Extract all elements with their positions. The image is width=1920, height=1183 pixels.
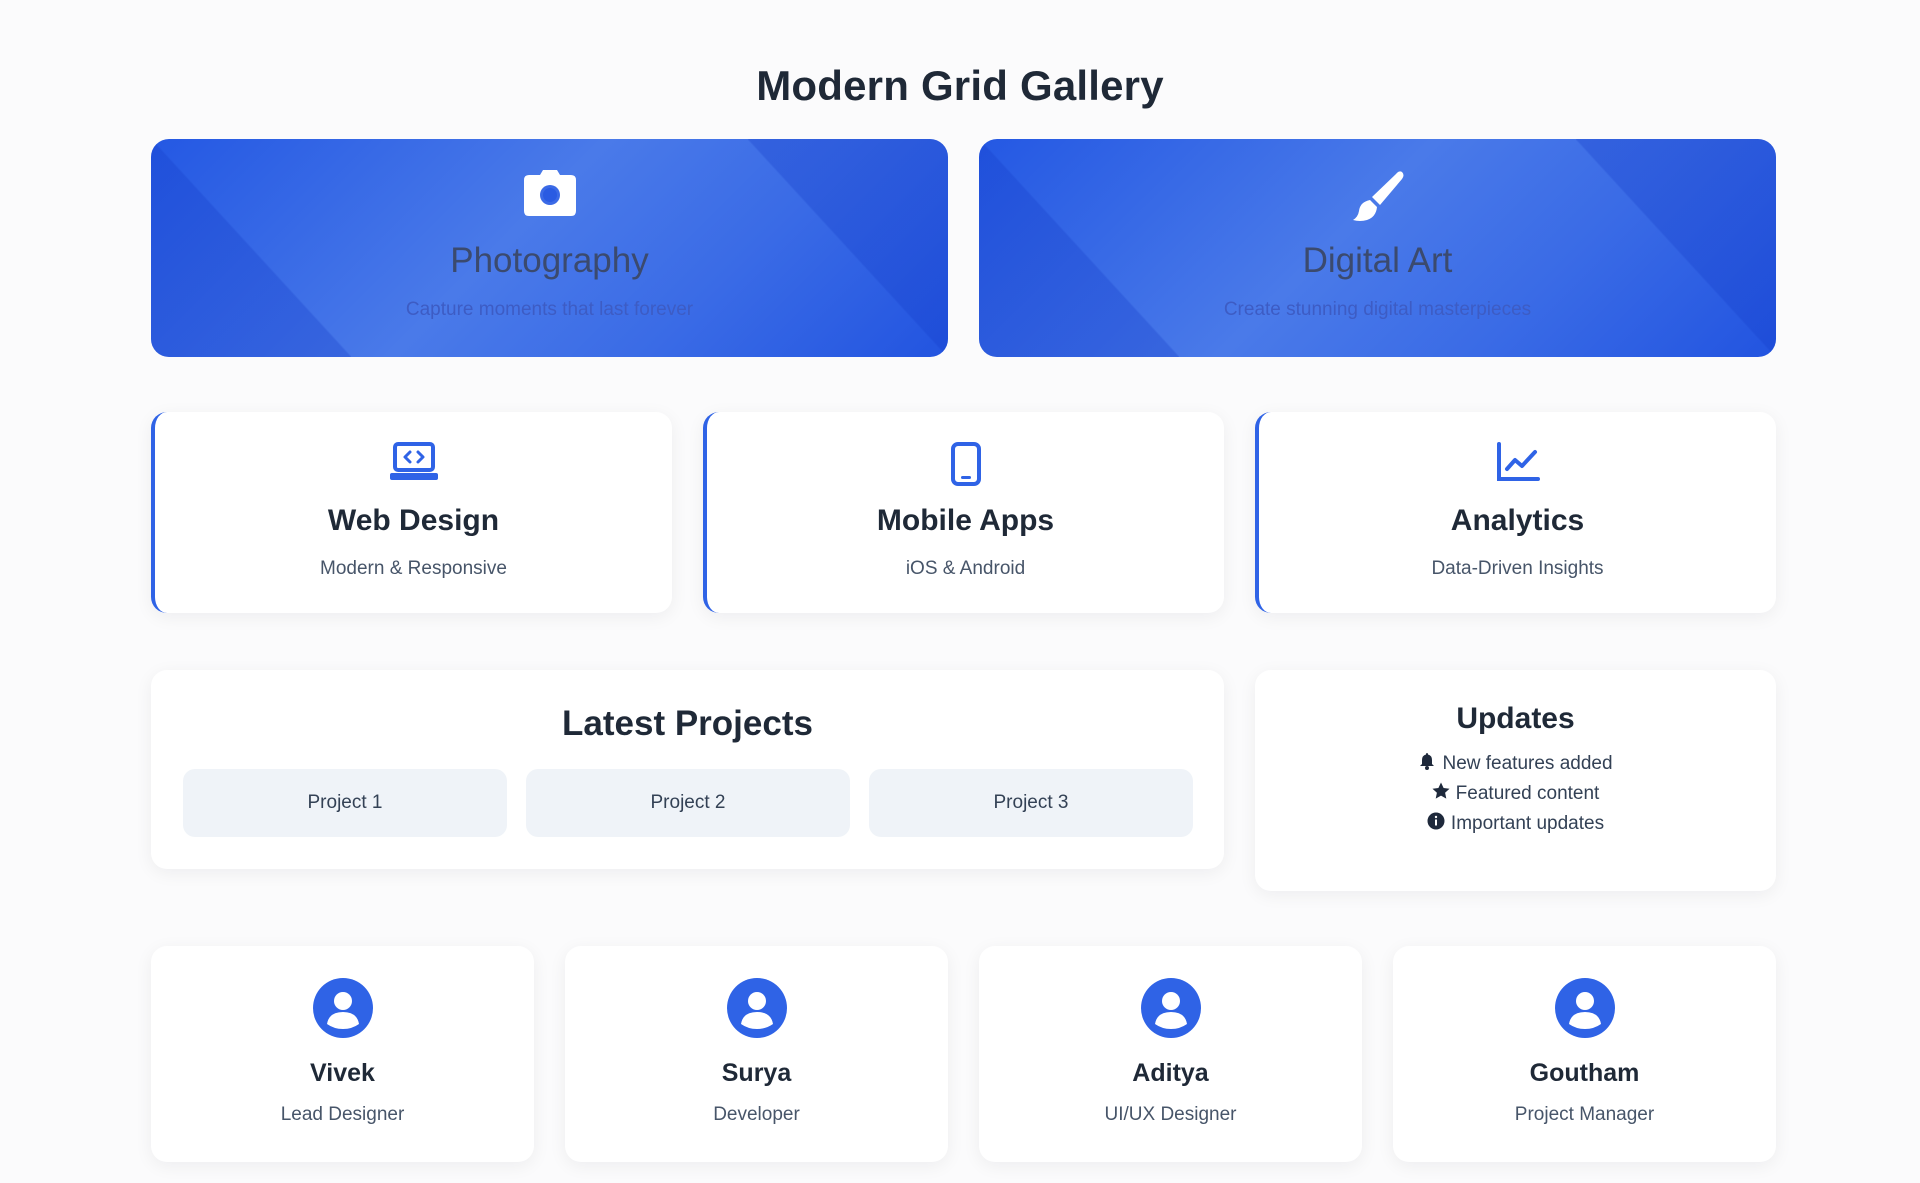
mobile-icon bbox=[707, 442, 1224, 486]
member-name: Surya bbox=[721, 1059, 792, 1087]
user-circle-icon bbox=[565, 978, 948, 1038]
paintbrush-icon bbox=[979, 169, 1776, 225]
member-role: Project Manager bbox=[1514, 1104, 1655, 1125]
team-card[interactable]: Vivek Lead Designer bbox=[151, 946, 534, 1162]
bell-icon bbox=[1418, 752, 1436, 776]
update-item: Important updates bbox=[1255, 809, 1776, 839]
camera-icon bbox=[151, 169, 948, 225]
hero-card-digital-art[interactable]: Digital Art Create stunning digital mast… bbox=[979, 139, 1776, 357]
team-card[interactable]: Surya Developer bbox=[565, 946, 948, 1162]
project-list: Project 1 Project 2 Project 3 bbox=[183, 769, 1193, 837]
projects-title: Latest Projects bbox=[562, 704, 813, 743]
service-subtitle: Data-Driven Insights bbox=[1431, 558, 1604, 579]
service-card-mobile-apps[interactable]: Mobile Apps iOS & Android bbox=[703, 412, 1224, 613]
service-title: Analytics bbox=[1450, 504, 1585, 537]
page-title: Modern Grid Gallery bbox=[756, 62, 1164, 109]
member-role: Developer bbox=[713, 1104, 800, 1125]
member-role: UI/UX Designer bbox=[1104, 1104, 1237, 1125]
service-title: Web Design bbox=[327, 504, 500, 537]
hero-subtitle: Create stunning digital masterpieces bbox=[1223, 299, 1532, 320]
member-role: Lead Designer bbox=[280, 1104, 405, 1125]
updates-panel: Updates New features added Featured cont… bbox=[1255, 670, 1776, 891]
updates-title: Updates bbox=[1456, 702, 1575, 735]
update-item: New features added bbox=[1255, 749, 1776, 779]
service-subtitle: iOS & Android bbox=[905, 558, 1026, 579]
update-text: Important updates bbox=[1450, 813, 1605, 834]
hero-subtitle: Capture moments that last forever bbox=[405, 299, 694, 320]
user-circle-icon bbox=[151, 978, 534, 1038]
service-subtitle: Modern & Responsive bbox=[320, 558, 507, 579]
team-card[interactable]: Goutham Project Manager bbox=[1393, 946, 1776, 1162]
update-item: Featured content bbox=[1255, 779, 1776, 809]
member-name: Vivek bbox=[310, 1059, 375, 1087]
member-name: Goutham bbox=[1529, 1059, 1640, 1087]
project-item-3[interactable]: Project 3 bbox=[869, 769, 1193, 837]
update-text: Featured content bbox=[1455, 783, 1600, 804]
service-title: Mobile Apps bbox=[876, 504, 1055, 537]
service-card-analytics[interactable]: Analytics Data-Driven Insights bbox=[1255, 412, 1776, 613]
updates-list: New features added Featured content Impo… bbox=[1255, 749, 1776, 839]
member-name: Aditya bbox=[1132, 1059, 1209, 1087]
update-text: New features added bbox=[1442, 753, 1613, 774]
service-card-web-design[interactable]: Web Design Modern & Responsive bbox=[151, 412, 672, 613]
laptop-code-icon bbox=[155, 442, 672, 486]
user-circle-icon bbox=[979, 978, 1362, 1038]
latest-projects-panel: Latest Projects Project 1 Project 2 Proj… bbox=[151, 670, 1224, 869]
chart-line-icon bbox=[1259, 442, 1776, 486]
hero-title: Digital Art bbox=[1302, 241, 1453, 280]
project-item-2[interactable]: Project 2 bbox=[526, 769, 850, 837]
user-circle-icon bbox=[1393, 978, 1776, 1038]
hero-title: Photography bbox=[450, 241, 649, 280]
info-circle-icon bbox=[1427, 812, 1445, 836]
team-card[interactable]: Aditya UI/UX Designer bbox=[979, 946, 1362, 1162]
project-item-1[interactable]: Project 1 bbox=[183, 769, 507, 837]
star-icon bbox=[1432, 782, 1450, 806]
hero-card-photography[interactable]: Photography Capture moments that last fo… bbox=[151, 139, 948, 357]
